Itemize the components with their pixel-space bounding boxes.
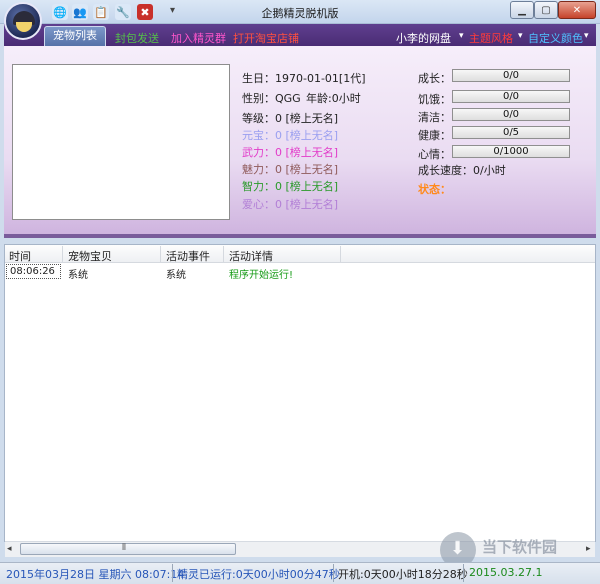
minimize-button[interactable]: ▁ [510,1,534,19]
column-divider[interactable] [160,246,161,262]
theme-dropdown-icon[interactable]: ▾ [518,31,523,41]
status-date: 2015年03月28日 星期六 08:07:14 [6,568,185,581]
menu-custom-color[interactable]: 自定义颜色 [528,30,583,46]
pet-charm: 魅力：0 [榜上无名] [242,163,339,176]
column-header-event[interactable]: 活动事件 [166,248,210,264]
menu-open-taobao[interactable]: 打开淘宝店铺 [233,30,299,46]
status-label: 状态： [418,183,451,196]
download-icon: ⬇ [450,538,466,559]
activity-table[interactable] [4,244,596,542]
row-detail: 程序开始运行! [229,270,294,281]
tab-pet-list[interactable]: 宠物列表 [44,26,106,46]
health-bar: 0/5 [452,126,570,139]
clean-label: 清洁： [418,111,451,124]
mood-bar: 0/1000 [452,145,570,158]
pet-intellect: 智力：0 [榜上无名] [242,180,339,193]
pet-gender: 性别：QGG [242,92,301,105]
growth-speed: 成长速度：0/小时 [418,164,506,177]
pet-force: 武力：0 [榜上无名] [242,146,339,159]
growth-label: 成长： [418,72,451,85]
status-divider [333,564,334,582]
menu-netdisk[interactable]: 小李的网盘 [396,30,451,46]
scrollbar-thumb[interactable] [20,543,236,555]
grip-icon: ⦀ [122,543,126,553]
status-version: 2015.03.27.1 [469,566,543,579]
hunger-label: 饥饿： [418,93,451,106]
mood-label: 心情： [418,148,451,161]
netdisk-dropdown-icon[interactable]: ▾ [459,31,464,41]
row-pet: 系统 [68,270,88,281]
hunger-bar: 0/0 [452,90,570,103]
scroll-left-icon[interactable]: ◂ [7,544,12,554]
growth-bar: 0/0 [452,69,570,82]
menu-join-group[interactable]: 加入精灵群 [171,30,226,46]
status-divider [172,564,173,582]
column-header-time[interactable]: 时间 [9,248,31,264]
status-boot-time: 开机:0天00小时18分28秒 [338,568,468,581]
row-event: 系统 [166,270,186,281]
maximize-button[interactable]: ▢ [534,1,558,19]
column-divider[interactable] [223,246,224,262]
column-divider[interactable] [62,246,63,262]
clean-bar: 0/0 [452,108,570,121]
close-button[interactable]: ✕ [558,1,596,19]
status-pet-runtime: 精灵已运行:0天00小时00分47秒 [177,568,340,581]
column-divider[interactable] [340,246,341,262]
row-time: 08:06:26 [10,266,55,277]
column-header-detail[interactable]: 活动详情 [229,248,273,264]
pet-age: 年龄:0小时 [306,92,361,105]
pet-birthday: 生日：1970-01-01[1代] [242,72,366,85]
status-divider [463,564,464,582]
health-label: 健康： [418,129,451,142]
pet-yuanbao: 元宝：0 [榜上无名] [242,129,339,142]
pet-level: 等级：0 [榜上无名] [242,112,339,125]
menu-theme[interactable]: 主题风格 [469,30,513,46]
menu-seal-send[interactable]: 封包发送 [115,30,159,46]
color-dropdown-icon[interactable]: ▾ [584,31,589,41]
pet-love: 爱心：0 [榜上无名] [242,198,339,211]
column-header-pet[interactable]: 宠物宝贝 [68,248,112,264]
penguin-logo [4,2,42,40]
pet-image-box [12,64,230,220]
